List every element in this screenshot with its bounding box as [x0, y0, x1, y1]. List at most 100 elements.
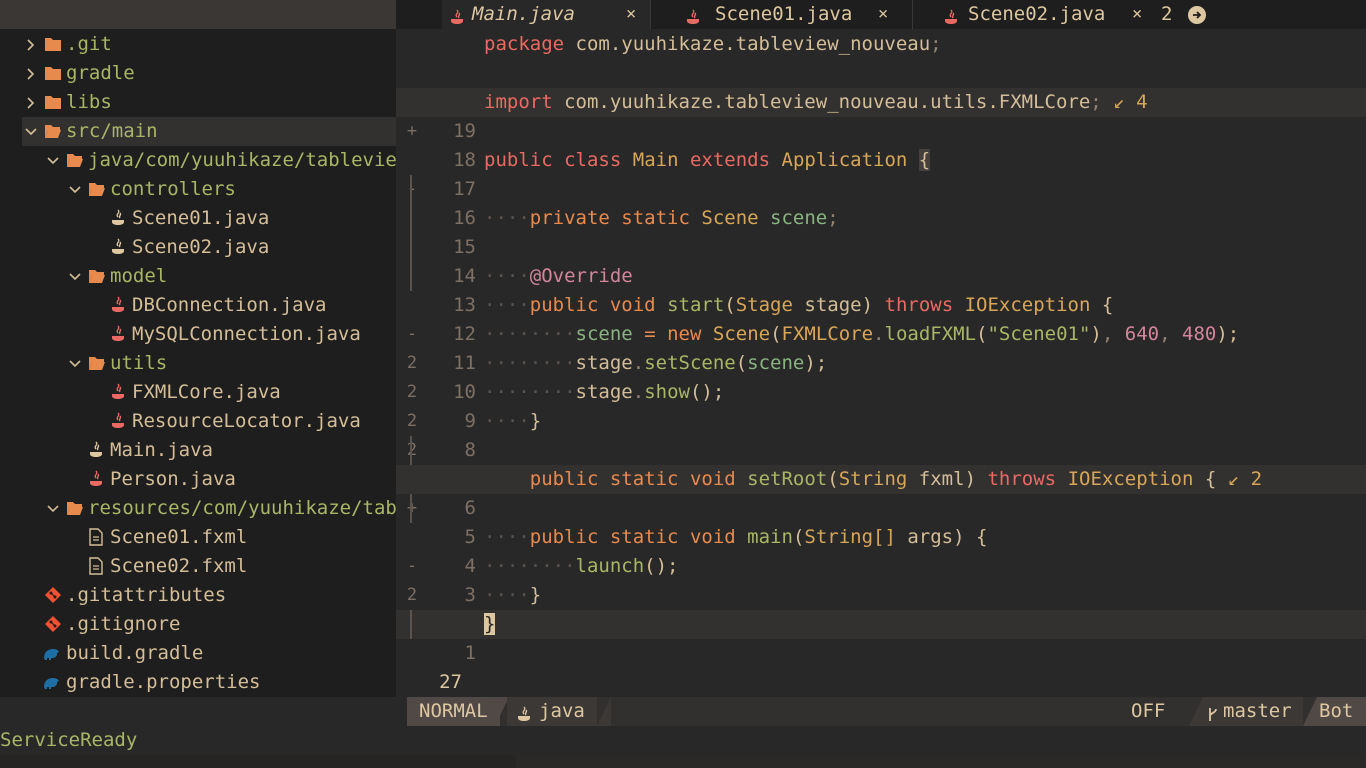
code-text: ····} — [484, 584, 542, 606]
tree-item-scene01-java[interactable]: Scene01.java — [0, 204, 396, 233]
code-line[interactable]: 2 9 ········stage.setScene(scene); — [396, 349, 1366, 432]
tree-item-build-gradle[interactable]: build.gradle — [0, 639, 396, 668]
token: 640 — [1124, 323, 1160, 345]
tree-item-src-main[interactable]: src/main — [22, 117, 396, 146]
token: (); — [689, 381, 725, 403]
tree-item-label: resources/com/yuuhikaze/tabl — [88, 497, 396, 519]
git-change-bar — [410, 204, 412, 233]
token: 480 — [1182, 323, 1217, 345]
code-line[interactable]: 2 2 ········launch(); — [396, 552, 1366, 635]
tree-item-fxmlcore-java[interactable]: FXMLCore.java — [0, 378, 396, 407]
code-line[interactable]: 14 ····private static Scene scene; — [396, 204, 1366, 287]
close-icon[interactable]: × — [626, 0, 636, 29]
tree-item-libs[interactable]: libs — [0, 88, 396, 117]
token: "Scene01" — [987, 323, 1091, 345]
folder-open-icon — [88, 175, 106, 204]
tree-item-gradle-properties[interactable]: gradle.properties — [0, 668, 396, 697]
tree-item-scene02-fxml[interactable]: Scene02.fxml — [0, 552, 396, 581]
code-line[interactable]: - 11 ····public void start(Stage stage) … — [396, 291, 1366, 374]
code-line[interactable]: 13 — [396, 233, 1366, 316]
tree-item-resourcelocator-java[interactable]: ResourceLocator.java — [0, 407, 396, 436]
chevron-down-icon — [46, 146, 60, 175]
token: ( — [770, 323, 782, 345]
arrow-right-icon[interactable] — [1188, 6, 1206, 24]
token: { — [918, 149, 931, 171]
tree-item-dbconnection-java[interactable]: DBConnection.java — [0, 291, 396, 320]
code-line[interactable]: 15 — [396, 175, 1366, 258]
code-line[interactable]: 2 10 ········scene = new Scene(FXMLCore.… — [396, 320, 1366, 403]
token: args — [907, 526, 954, 548]
tab-scene02-java[interactable]: Scene02.java × — [916, 0, 1151, 29]
hidden-tabs-count[interactable]: 2 — [1161, 0, 1172, 29]
code-line[interactable]: 2 1 ····} — [396, 581, 1366, 664]
token: String — [838, 468, 908, 490]
mode-indicator: NORMAL — [407, 697, 500, 726]
tab-scene01-java[interactable]: Scene01.java × — [654, 0, 904, 29]
tab-main-java[interactable]: Main.java × — [442, 0, 650, 29]
token: void — [689, 468, 736, 490]
token: ; — [827, 207, 839, 229]
token: package — [484, 33, 565, 55]
tree-item-model[interactable]: model — [0, 262, 396, 291]
code-text: ········launch(); — [484, 555, 679, 577]
tree-item-java-package[interactable]: java/com/yuuhikaze/tableview — [0, 146, 396, 175]
code-line[interactable]: - 16 public class Main extends Applicati… — [396, 146, 1366, 229]
close-icon[interactable]: × — [878, 0, 888, 29]
tree-item-git[interactable]: .git — [0, 30, 396, 59]
tree-item-label: src/main — [66, 120, 158, 142]
code-line[interactable]: 2 7 ····} — [396, 407, 1366, 490]
tree-item-gradle[interactable]: gradle — [0, 59, 396, 88]
code-line-current[interactable]: 27 } — [396, 610, 1366, 697]
code-line[interactable]: 20 package com.yuuhikaze.tableview_nouve… — [396, 30, 1366, 113]
token: ( — [724, 294, 736, 316]
token: ) — [1090, 323, 1102, 345]
tree-item-scene02-java[interactable]: Scene02.java — [0, 233, 396, 262]
code-line[interactable]: - 3 ····public static void main(String[]… — [396, 523, 1366, 606]
code-line[interactable]: 12 ····@Override — [396, 262, 1366, 345]
tree-item-gitattributes[interactable]: .gitattributes — [0, 581, 396, 610]
code-line-folded[interactable]: + 5 public static void setRoot(String fx… — [396, 465, 1366, 552]
code-line[interactable]: 19 — [396, 59, 1366, 142]
folder-icon — [44, 88, 62, 117]
tree-item-scene01-fxml[interactable]: Scene01.fxml — [0, 523, 396, 552]
token: void — [609, 294, 656, 316]
token: FXMLCore — [781, 323, 874, 345]
code-text: ····@Override — [484, 265, 633, 287]
tree-item-person-java[interactable]: Person.java — [0, 465, 396, 494]
tree-item-mysqlconnection-java[interactable]: MySQLConnection.java — [0, 320, 396, 349]
token: static — [609, 526, 679, 548]
token: ( — [827, 468, 839, 490]
code-line[interactable]: 2 8 ········stage.show(); — [396, 378, 1366, 461]
code-line[interactable]: 6 — [396, 436, 1366, 519]
code-line-folded[interactable]: + 18 import com.yuuhikaze.tableview_nouv… — [396, 88, 1366, 175]
tree-item-label: .gitattributes — [66, 584, 227, 606]
token: com.yuuhikaze.tableview_nouveau — [575, 33, 931, 55]
tree-item-controllers[interactable]: controllers — [0, 175, 396, 204]
token: ( — [976, 323, 988, 345]
tree-item-main-java[interactable]: Main.java — [0, 436, 396, 465]
tree-item-label: gradle.properties — [66, 671, 261, 693]
chevron-down-icon — [68, 349, 82, 378]
token: public — [529, 294, 599, 316]
token: . — [632, 352, 645, 374]
token: import — [484, 91, 553, 113]
code-line[interactable]: 17 — [396, 117, 1366, 200]
token: (); — [644, 555, 679, 577]
tree-item-gitignore[interactable]: .gitignore — [0, 610, 396, 639]
editor-pane[interactable]: Main.java × Scene01.java × Scene02.java … — [396, 0, 1366, 697]
tree-item-label: Scene02.fxml — [110, 555, 248, 577]
code-line[interactable]: 4 — [396, 494, 1366, 577]
token: launch — [575, 555, 645, 577]
java-icon — [110, 407, 128, 436]
java-icon — [110, 320, 128, 349]
chevron-right-icon — [24, 59, 38, 88]
filetype-label: java — [539, 700, 585, 722]
tab-label: Main.java — [472, 3, 575, 25]
tab-label: Scene01.java — [715, 3, 853, 25]
tree-item-utils[interactable]: utils — [0, 349, 396, 378]
token: show — [644, 381, 690, 403]
java-icon — [88, 436, 106, 465]
tree-item-resources-package[interactable]: resources/com/yuuhikaze/tabl — [0, 494, 396, 523]
tree-item-label: ResourceLocator.java — [132, 410, 361, 432]
close-icon[interactable]: × — [1132, 0, 1142, 29]
